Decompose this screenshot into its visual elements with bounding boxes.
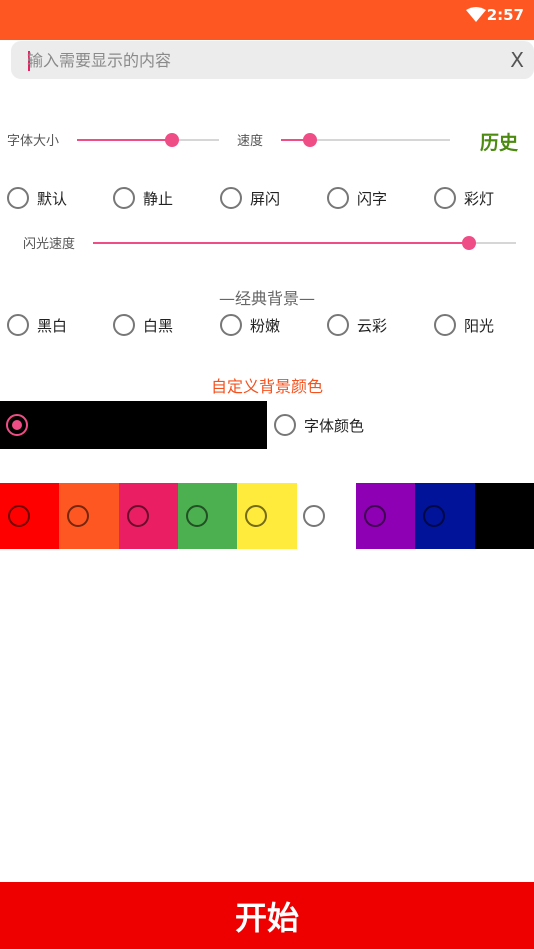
font-color-option[interactable]: 字体颜色	[274, 412, 364, 438]
color-swatch[interactable]	[355, 483, 416, 549]
radio-circle-icon	[67, 505, 90, 527]
bg-label: 云彩	[357, 316, 388, 335]
bg-radio-black-white[interactable]: 黑白	[7, 312, 67, 338]
mode-radio-default[interactable]: 默认	[7, 185, 67, 211]
bg-label: 白黑	[143, 316, 174, 335]
radio-circle-icon	[363, 505, 386, 527]
radio-circle-icon	[302, 505, 325, 527]
start-button[interactable]: 开始	[0, 882, 534, 949]
flash-speed-slider-thumb[interactable]	[462, 236, 477, 250]
radio-circle-icon	[8, 505, 30, 527]
mode-radio-static[interactable]: 静止	[113, 185, 173, 211]
radio-circle-icon	[434, 314, 456, 336]
radio-circle-icon	[434, 187, 456, 209]
radio-circle-icon	[220, 187, 242, 209]
classic-bg-title: —经典背景—	[218, 289, 315, 308]
radio-dot-icon	[12, 420, 22, 430]
font-size-slider[interactable]	[77, 133, 219, 147]
bg-radio-pink[interactable]: 粉嫩	[220, 312, 280, 338]
flash-speed-label: 闪光速度	[23, 237, 76, 252]
speed-label: 速度	[237, 134, 264, 149]
mode-radio-color-light[interactable]: 彩灯	[434, 185, 494, 211]
mode-label: 默认	[37, 189, 68, 208]
mode-label: 屏闪	[250, 189, 281, 208]
color-swatch[interactable]	[474, 483, 534, 549]
color-swatch[interactable]	[415, 483, 475, 549]
color-swatch[interactable]	[177, 483, 238, 549]
radio-circle-icon	[274, 414, 296, 436]
content-input[interactable]	[27, 45, 497, 75]
radio-circle-icon	[185, 505, 208, 527]
radio-circle-icon	[327, 314, 349, 336]
bg-color-option[interactable]	[0, 401, 267, 449]
bg-radio-cloud[interactable]: 云彩	[327, 312, 387, 338]
radio-circle-icon	[327, 187, 349, 209]
flash-speed-slider[interactable]	[93, 236, 516, 250]
radio-circle-icon	[126, 505, 149, 527]
color-swatch[interactable]	[296, 483, 356, 549]
color-swatch[interactable]	[0, 483, 60, 549]
clear-button[interactable]: X	[510, 48, 524, 72]
font-size-slider-fill	[77, 139, 173, 141]
radio-circle-icon	[113, 314, 135, 336]
radio-circle-icon	[7, 314, 29, 336]
bg-label: 粉嫩	[250, 316, 281, 335]
status-time: 2:57	[486, 6, 524, 24]
history-button[interactable]: 历史	[480, 128, 518, 155]
speed-slider[interactable]	[281, 133, 450, 147]
radio-circle-icon	[220, 314, 242, 336]
mode-label: 静止	[143, 189, 174, 208]
mode-label: 彩灯	[464, 189, 495, 208]
mode-label: 闪字	[357, 189, 388, 208]
color-swatch[interactable]	[118, 483, 178, 549]
bg-label: 黑白	[37, 316, 68, 335]
color-palette	[0, 483, 534, 549]
color-swatch[interactable]	[237, 483, 297, 549]
color-swatch[interactable]	[59, 483, 119, 549]
speed-slider-thumb[interactable]	[302, 133, 317, 147]
wifi-icon	[466, 7, 486, 27]
content-input-bar[interactable]: X	[11, 41, 534, 79]
mode-radio-screen-flash[interactable]: 屏闪	[220, 185, 280, 211]
bg-radio-sunshine[interactable]: 阳光	[434, 312, 494, 338]
font-size-label: 字体大小	[7, 134, 60, 149]
mode-radio-text-flash[interactable]: 闪字	[327, 185, 387, 211]
status-bar: 2:57	[0, 0, 534, 40]
font-color-label: 字体颜色	[304, 416, 365, 435]
radio-circle-icon	[423, 505, 446, 527]
font-size-slider-thumb[interactable]	[165, 133, 180, 147]
radio-circle-icon	[7, 187, 29, 209]
bg-radio-white-black[interactable]: 白黑	[113, 312, 173, 338]
radio-circle-icon	[245, 505, 268, 527]
bg-label: 阳光	[464, 316, 495, 335]
custom-bg-color-title: 自定义背景颜色	[210, 377, 323, 396]
flash-speed-slider-fill	[93, 242, 470, 244]
radio-circle-icon	[113, 187, 135, 209]
radio-checked-icon	[6, 414, 28, 436]
